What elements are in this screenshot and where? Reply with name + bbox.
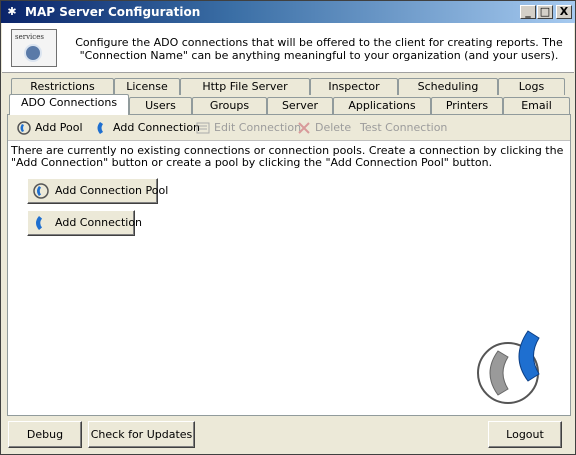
ado-connections-panel: Add Pool Add Connection Edit Connection … [7, 114, 571, 416]
debug-button[interactable]: Debug [8, 421, 82, 448]
close-button[interactable]: X [556, 5, 572, 19]
tab-http-file-server[interactable]: Http File Server [180, 78, 310, 95]
main-window: ✱ MAP Server Configuration _ □ X service… [0, 0, 576, 455]
edit-icon [196, 122, 210, 134]
check-updates-button[interactable]: Check for Updates [88, 421, 195, 448]
toolbar: Add Pool Add Connection Edit Connection … [8, 115, 570, 141]
delete-button[interactable]: Delete [296, 120, 351, 136]
add-connection-button[interactable]: Add Connection [27, 210, 142, 236]
tab-groups[interactable]: Groups [192, 97, 267, 114]
window-title: MAP Server Configuration [25, 5, 201, 19]
add-connection-label: Add Connection [113, 121, 201, 134]
add-connection-button-label: Add Connection [55, 216, 143, 229]
add-connection-pool-button[interactable]: Add Connection Pool [27, 178, 168, 204]
empty-state-message: There are currently no existing connecti… [11, 144, 564, 169]
add-pool-label: Add Pool [35, 121, 83, 134]
title-bar[interactable]: ✱ MAP Server Configuration _ □ X [1, 1, 575, 23]
minimize-button[interactable]: _ [520, 5, 536, 19]
connection-pool-icon [33, 183, 49, 199]
tab-inspector[interactable]: Inspector [310, 78, 398, 95]
tab-license[interactable]: License [114, 78, 180, 95]
tab-users[interactable]: Users [129, 97, 192, 114]
delete-label: Delete [315, 121, 352, 134]
tab-printers[interactable]: Printers [431, 97, 503, 114]
phone-icon [36, 216, 42, 230]
tab-email[interactable]: Email [503, 97, 570, 114]
delete-icon [298, 122, 310, 134]
edit-connection-label: Edit Connection [214, 121, 302, 134]
add-connection-pool-label: Add Connection Pool [55, 184, 169, 197]
connection-pool-large-icon [477, 330, 540, 404]
tab-logs[interactable]: Logs [498, 78, 565, 95]
tab-ado-connections[interactable]: ADO Connections [9, 94, 129, 115]
logo-text: services [15, 33, 44, 41]
header-description: Configure the ADO connections that will … [75, 36, 563, 62]
app-icon: ✱ [7, 5, 17, 18]
logout-button[interactable]: Logout [488, 421, 562, 448]
test-connection-button[interactable]: Test Connection [360, 120, 447, 136]
maximize-button[interactable]: □ [537, 5, 553, 19]
tab-scheduling[interactable]: Scheduling [398, 78, 498, 95]
add-connection-toolbar-button[interactable]: Add Connection [94, 120, 200, 136]
services-logo: services [11, 29, 57, 67]
tab-applications[interactable]: Applications [333, 97, 431, 114]
add-pool-button[interactable]: Add Pool [16, 120, 83, 136]
add-pool-icon [17, 121, 31, 135]
seal-icon [24, 44, 42, 62]
tab-restrictions[interactable]: Restrictions [11, 78, 114, 95]
header-banner: services Configure the ADO connections t… [2, 23, 574, 73]
tab-server[interactable]: Server [267, 97, 333, 114]
phone-icon [97, 122, 103, 134]
edit-connection-button[interactable]: Edit Connection [195, 120, 301, 136]
